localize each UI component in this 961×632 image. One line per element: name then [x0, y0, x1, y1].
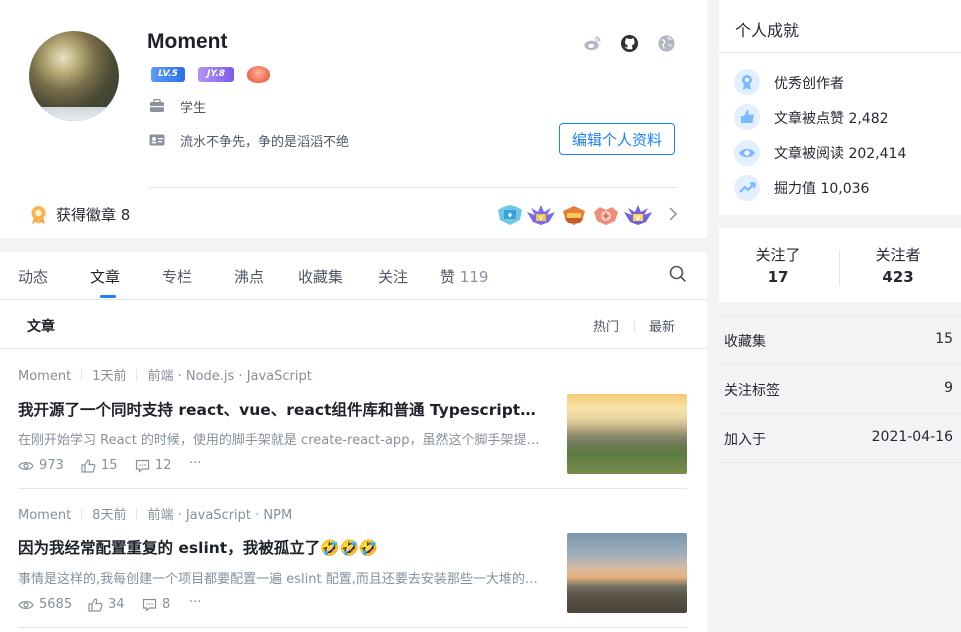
medal-badge-icon[interactable] — [560, 204, 588, 226]
achievement-reads: 文章被阅读 202,414 — [774, 146, 907, 162]
edit-profile-button[interactable]: 编辑个人资料 — [559, 123, 675, 155]
job-text: 学生 — [180, 101, 207, 116]
follow-card — [719, 228, 961, 302]
vip-badge-icon[interactable] — [247, 66, 270, 83]
medal-badge-icon[interactable]: ♦ — [496, 204, 524, 226]
following-count[interactable]: 17 — [738, 268, 818, 286]
side-row-value: 9 — [944, 380, 953, 396]
sort-new-button[interactable]: 最新 — [649, 316, 675, 335]
creator-award-icon — [734, 69, 760, 95]
tab-following[interactable]: 关注 — [378, 266, 408, 287]
divider — [0, 348, 707, 349]
tab-pins[interactable]: 沸点 — [234, 266, 264, 287]
article-tags[interactable]: 前端 · Node.js · JavaScript — [147, 369, 311, 384]
eye-icon — [18, 600, 34, 609]
side-row-label: 收藏集 — [724, 334, 766, 350]
article-desc[interactable]: 在刚开始学习 React 的时候，使用的脚手架就是 create-react-a… — [18, 429, 546, 448]
followers-count[interactable]: 423 — [858, 268, 938, 286]
level-badge[interactable]: LV.5 — [151, 67, 185, 82]
medal-badge-icon[interactable]: V — [527, 204, 555, 226]
comment-icon — [135, 459, 150, 473]
eye-icon — [734, 140, 760, 166]
divider — [634, 320, 635, 332]
following-label[interactable]: 关注了 — [738, 244, 818, 265]
article-author[interactable]: Moment — [18, 508, 71, 523]
github-icon[interactable] — [620, 34, 639, 53]
side-row-label: 加入于 — [724, 432, 766, 448]
article-desc[interactable]: 事情是这样的,我每创建一个项目都要配置一遍 eslint 配置,而且还要去安装那… — [18, 568, 546, 587]
eye-icon — [18, 461, 34, 470]
article-meta: Moment 1天前 前端 · Node.js · JavaScript — [18, 365, 312, 384]
bio-text: 流水不争先，争的是滔滔不绝 — [180, 135, 350, 150]
section-title: 文章 — [27, 319, 55, 335]
views-stat: 973 — [18, 458, 64, 473]
thumbs-up-icon — [88, 597, 103, 612]
divider — [0, 299, 707, 300]
trend-up-icon — [734, 175, 760, 201]
comment-button[interactable]: 12 — [135, 458, 172, 473]
divider — [719, 52, 961, 53]
more-button[interactable]: ··· — [189, 456, 201, 471]
side-row-label: 关注标签 — [724, 383, 780, 399]
article-author[interactable]: Moment — [18, 369, 71, 384]
side-row-value: 2021-04-16 — [871, 429, 953, 445]
medal-badge-icon[interactable]: V — [624, 204, 652, 226]
followers-label[interactable]: 关注者 — [858, 244, 938, 265]
article-thumbnail[interactable] — [567, 394, 687, 474]
svg-text:V: V — [539, 215, 544, 222]
achievements-title: 个人成就 — [735, 21, 800, 40]
achievement-power: 掘力值 10,036 — [774, 181, 870, 197]
comment-button[interactable]: 8 — [142, 597, 170, 612]
achievement-excellent-creator: 优秀创作者 — [774, 76, 844, 92]
comment-icon — [142, 598, 157, 612]
thumbs-up-icon — [81, 458, 96, 473]
tab-dynamics[interactable]: 动态 — [18, 266, 48, 287]
avatar[interactable] — [29, 31, 119, 121]
sort-hot-button[interactable]: 热门 — [593, 316, 619, 335]
active-tab-indicator — [100, 295, 116, 298]
chevron-right-icon[interactable] — [668, 207, 678, 221]
svg-text:V: V — [636, 215, 641, 222]
weibo-icon[interactable] — [583, 34, 602, 53]
divider — [18, 627, 687, 628]
article-thumbnail[interactable] — [567, 533, 687, 613]
more-button[interactable]: ··· — [189, 595, 201, 610]
article-time: 8天前 — [92, 508, 127, 523]
username: Moment — [147, 30, 228, 53]
achievement-likes: 文章被点赞 2,482 — [774, 111, 889, 127]
medals-label[interactable]: 获得徽章 8 — [56, 204, 130, 225]
like-button[interactable]: 15 — [81, 458, 118, 473]
like-button[interactable]: 34 — [88, 597, 125, 612]
tab-likes[interactable]: 赞 119 — [440, 266, 488, 287]
tab-collections[interactable]: 收藏集 — [298, 266, 343, 287]
article-time: 1天前 — [92, 369, 127, 384]
article-title[interactable]: 因为我经常配置重复的 eslint，我被孤立了🤣🤣🤣 — [18, 536, 546, 558]
tab-columns[interactable]: 专栏 — [162, 266, 192, 287]
article-meta: Moment 8天前 前端 · JavaScript · NPM — [18, 504, 292, 523]
tab-articles[interactable]: 文章 — [90, 266, 120, 287]
side-row-value: 15 — [935, 331, 953, 347]
jy-badge[interactable]: JY.8 — [198, 67, 234, 82]
globe-icon[interactable] — [657, 34, 676, 53]
medal-badge-icon[interactable] — [592, 204, 620, 226]
id-card-icon — [149, 134, 165, 146]
divider — [839, 250, 840, 286]
medal-icon — [31, 206, 46, 224]
article-tags[interactable]: 前端 · JavaScript · NPM — [147, 508, 292, 523]
article-title[interactable]: 我开源了一个同时支持 react、vue、react组件库和普通 Typescr… — [18, 398, 546, 420]
svg-text:♦: ♦ — [507, 212, 513, 220]
divider — [18, 488, 687, 489]
search-icon[interactable] — [669, 265, 687, 283]
divider — [148, 187, 677, 188]
briefcase-icon — [150, 99, 164, 112]
thumbs-up-icon — [734, 104, 760, 130]
views-stat: 5685 — [18, 597, 72, 612]
